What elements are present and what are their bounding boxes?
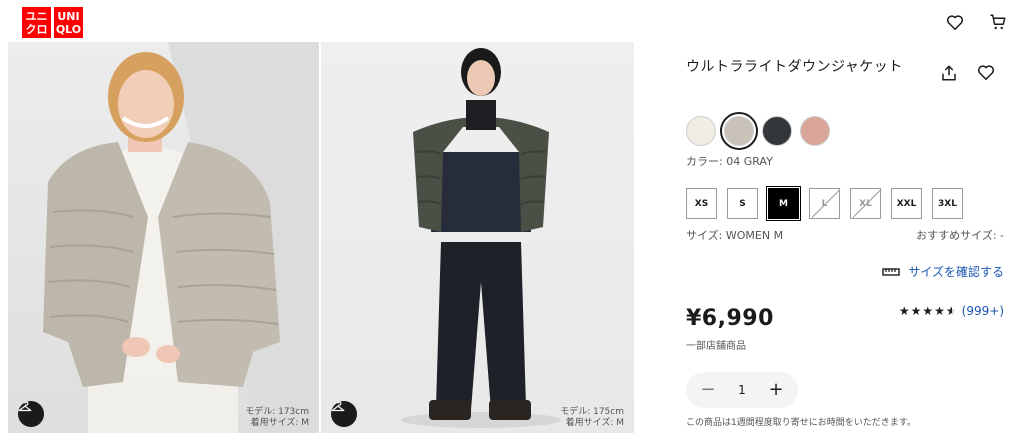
hanger-icon	[18, 401, 32, 412]
size-button-m[interactable]: M	[766, 186, 801, 221]
similar-items-button[interactable]	[331, 401, 357, 427]
logo-text-top-en: UNI	[57, 9, 80, 23]
color-label: カラー: 04 GRAY	[686, 155, 773, 168]
uniqlo-logo[interactable]: ユニ クロ UNI QLO	[22, 7, 84, 38]
quantity-value: 1	[738, 383, 746, 397]
size-button-xl[interactable]: XL	[850, 188, 881, 219]
share-icon	[942, 65, 956, 81]
increase-quantity-button[interactable]: +	[766, 380, 786, 400]
ruler-icon	[882, 267, 901, 276]
similar-items-button[interactable]	[18, 401, 44, 427]
product-title: ウルトラライトダウンジャケット	[686, 59, 903, 75]
color-swatches	[686, 112, 830, 150]
logo-text-bottom: クロ	[25, 22, 48, 36]
size-button-3xl[interactable]: 3XL	[932, 188, 963, 219]
wishlist-button[interactable]	[945, 12, 965, 32]
size-button-xxl[interactable]: XXL	[891, 188, 922, 219]
color-swatch-gray[interactable]	[720, 112, 758, 150]
model-info: モデル: 175cm 着用サイズ: M	[560, 407, 624, 429]
size-button-s[interactable]: S	[727, 188, 758, 219]
model-illustration-1	[43, 42, 319, 433]
product-photo-2[interactable]: モデル: 175cm 着用サイズ: M	[321, 42, 634, 433]
size-check-link[interactable]: サイズを確認する	[882, 263, 1004, 280]
rating-stars: ★★★★★★	[898, 304, 958, 318]
favorite-button[interactable]	[977, 64, 997, 84]
logo-block-en: UNI QLO	[54, 7, 83, 38]
size-label: サイズ: WOMEN M	[686, 229, 784, 242]
review-count-link[interactable]: (999+)	[962, 304, 1004, 318]
product-photo-1[interactable]: モデル: 173cm 着用サイズ: M	[8, 42, 319, 433]
model-info: モデル: 173cm 着用サイズ: M	[245, 407, 309, 429]
stock-note: 一部店舗商品	[686, 341, 746, 352]
size-button-xs[interactable]: XS	[686, 188, 717, 219]
decrease-quantity-button[interactable]: −	[698, 380, 718, 400]
cart-icon	[990, 14, 1006, 30]
hanger-icon	[331, 401, 345, 412]
share-button[interactable]	[940, 64, 960, 84]
model-size: 着用サイズ: M	[565, 418, 624, 428]
order-note: この商品は1週間程度取り寄せにお時間をいただきます。	[686, 418, 916, 428]
size-check-label: サイズを確認する	[908, 265, 1004, 279]
logo-block-jp: ユニ クロ	[22, 7, 51, 38]
cart-button[interactable]	[988, 12, 1008, 32]
color-swatch-dark-gray[interactable]	[762, 116, 792, 146]
model-height: モデル: 173cm	[245, 407, 309, 417]
logo-text-top: ユニ	[25, 9, 48, 23]
quantity-stepper: − 1 +	[686, 372, 798, 408]
color-swatch-off-white[interactable]	[686, 116, 716, 146]
model-illustration-2	[401, 48, 561, 428]
model-size: 着用サイズ: M	[250, 418, 309, 428]
color-swatch-pink[interactable]	[800, 116, 830, 146]
heart-icon	[946, 14, 964, 30]
product-rating: ★★★★★★ (999+)	[899, 304, 1004, 318]
size-button-l[interactable]: L	[809, 188, 840, 219]
size-selector: XS S M L XL XXL 3XL	[686, 186, 963, 221]
recommended-size: おすすめサイズ: -	[916, 229, 1004, 242]
product-price: ¥6,990	[686, 306, 774, 331]
heart-icon	[977, 65, 995, 80]
model-height: モデル: 175cm	[560, 407, 624, 417]
logo-text-bottom-en: QLO	[55, 22, 82, 36]
